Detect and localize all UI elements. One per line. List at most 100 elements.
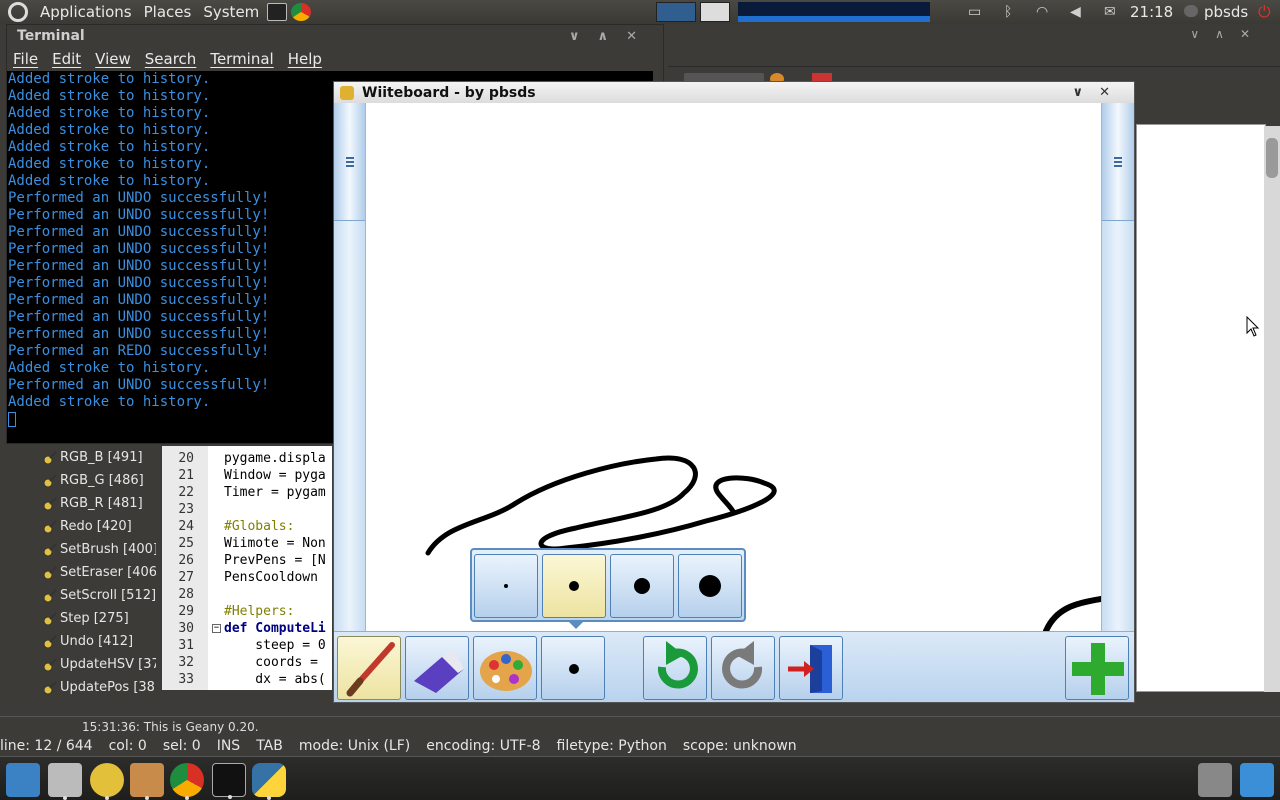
line-number: 28 (178, 587, 194, 602)
palette-icon (480, 651, 532, 691)
trash-icon[interactable] (1198, 763, 1232, 797)
window-controls[interactable]: ∨∧✕ (569, 29, 655, 44)
dock (0, 756, 1280, 800)
chat-icon[interactable] (1184, 5, 1198, 17)
new-page-button[interactable] (1065, 636, 1129, 700)
function-icon (43, 680, 57, 694)
code-line: pygame.displa (224, 451, 326, 466)
symbol-item[interactable]: SetEraser [406 (4, 561, 156, 584)
geany-editor-area[interactable] (1136, 124, 1266, 692)
left-scroll-rail[interactable] (334, 103, 366, 631)
symbol-label: SetScroll [512] (60, 588, 156, 603)
volume-icon[interactable]: ◀ (1070, 4, 1081, 20)
python-icon[interactable] (252, 763, 286, 800)
function-icon (43, 634, 57, 648)
terminal-titlebar[interactable]: Terminal ∨∧✕ (7, 25, 663, 47)
chrome-icon[interactable] (170, 763, 204, 800)
window-list-icon[interactable] (700, 2, 730, 22)
menu-places[interactable]: Places (138, 0, 198, 24)
power-icon[interactable]: ⏻ (1258, 2, 1271, 22)
brush-tool-button[interactable] (337, 636, 401, 700)
status-line: line: 12 / 644 (0, 738, 93, 754)
whiteboard-toolbar (334, 631, 1134, 702)
function-icon (43, 588, 57, 602)
function-icon (43, 542, 57, 556)
status-tab: TAB (256, 738, 283, 754)
code-line: PensCooldown (224, 570, 326, 585)
undo-button[interactable] (643, 636, 707, 700)
code-editor[interactable]: 20 pygame.displa 21 Window = pyga 22 Timer = … (162, 446, 332, 690)
status-bar: line: 12 / 644 col: 0 sel: 0 INS TAB mod… (0, 736, 1280, 756)
ubuntu-logo-icon[interactable] (8, 2, 28, 22)
left-scroll-handle[interactable] (334, 103, 365, 221)
wifi-icon[interactable]: ◠ (1036, 4, 1048, 20)
status-mode: mode: Unix (LF) (298, 738, 411, 754)
symbol-item[interactable]: SetBrush [400] (4, 538, 156, 561)
line-number: 29 (178, 604, 194, 619)
code-line: dx = abs( (224, 672, 326, 687)
window-controls[interactable]: ∨✕ (1073, 85, 1126, 100)
plus-icon (1072, 643, 1124, 695)
line-number: 27 (178, 570, 194, 585)
popup-pointer (568, 621, 584, 629)
brush-size-extra-large[interactable] (678, 554, 742, 618)
symbol-item[interactable]: RGB_R [481] (4, 492, 156, 515)
chrome-launcher-icon[interactable] (291, 3, 312, 21)
symbol-item[interactable]: SetScroll [512] (4, 584, 156, 607)
brush-icon (346, 642, 395, 697)
terminal-menu-view[interactable]: View (95, 50, 131, 68)
code-line: PrevPens = [N (224, 553, 326, 568)
symbol-item[interactable]: Undo [412] (4, 630, 156, 653)
geany-scrollbar[interactable] (1264, 126, 1280, 692)
scroll-thumb[interactable] (1266, 138, 1278, 178)
wiiteboard-titlebar[interactable]: Wiiteboard - by pbsds ∨✕ (334, 82, 1134, 103)
exit-button[interactable] (779, 636, 843, 700)
display-icon[interactable]: ▭ (968, 4, 981, 20)
brush-size-large[interactable] (610, 554, 674, 618)
redo-button[interactable] (711, 636, 775, 700)
file-cabinet-icon[interactable] (48, 763, 82, 800)
terminal-menu-terminal[interactable]: Terminal (210, 50, 273, 68)
symbol-item[interactable]: Redo [420] (4, 515, 156, 538)
mail-icon[interactable]: ✉ (1104, 4, 1116, 20)
eraser-icon (414, 649, 464, 693)
symbol-item[interactable]: RGB_G [486] (4, 469, 156, 492)
clock[interactable]: 21:18 (1130, 3, 1173, 21)
terminal-menu-help[interactable]: Help (288, 50, 322, 68)
brush-size-small[interactable] (474, 554, 538, 618)
size-dot-icon (634, 578, 650, 594)
terminal-icon[interactable] (212, 763, 246, 799)
system-monitor-graph (738, 2, 930, 22)
menu-system[interactable]: System (197, 0, 265, 24)
color-palette-button[interactable] (473, 636, 537, 700)
terminal-menu-edit[interactable]: Edit (52, 50, 81, 68)
line-number: 33 (178, 672, 194, 687)
brush-size-medium[interactable] (542, 554, 606, 618)
symbol-item[interactable]: UpdatePos [38 (4, 676, 156, 699)
menu-applications[interactable]: Applications (34, 0, 138, 24)
anchor-launcher-icon[interactable] (6, 763, 40, 797)
geany-titlebar: ∨∧✕ (668, 24, 1280, 46)
right-scroll-handle[interactable] (1102, 103, 1134, 221)
right-scroll-rail[interactable] (1101, 103, 1134, 631)
symbol-item[interactable]: UpdateHSV [37 (4, 653, 156, 676)
exit-door-icon (788, 645, 832, 693)
workspace-switcher-icon[interactable] (656, 2, 696, 22)
function-icon (43, 565, 57, 579)
symbol-item[interactable]: RGB_B [491] (4, 446, 156, 469)
fold-marker[interactable]: − (212, 624, 221, 633)
show-desktop-icon[interactable] (1240, 763, 1274, 797)
geany-icon[interactable] (90, 763, 124, 800)
function-icon (43, 450, 57, 464)
eraser-tool-button[interactable] (405, 636, 469, 700)
message-bar: 15:31:36: This is Geany 0.20. (0, 716, 1280, 734)
brush-size-button[interactable] (541, 636, 605, 700)
terminal-launcher-icon[interactable] (267, 3, 288, 21)
terminal-menu-search[interactable]: Search (145, 50, 197, 68)
user-name[interactable]: pbsds (1204, 3, 1248, 21)
home-folder-icon[interactable] (130, 763, 164, 800)
bluetooth-icon[interactable]: ᛒ (1004, 4, 1012, 20)
symbol-item[interactable]: Step [275] (4, 607, 156, 630)
wiiteboard-title: Wiiteboard - by pbsds (362, 84, 536, 101)
terminal-menu-file[interactable]: File (13, 50, 38, 68)
